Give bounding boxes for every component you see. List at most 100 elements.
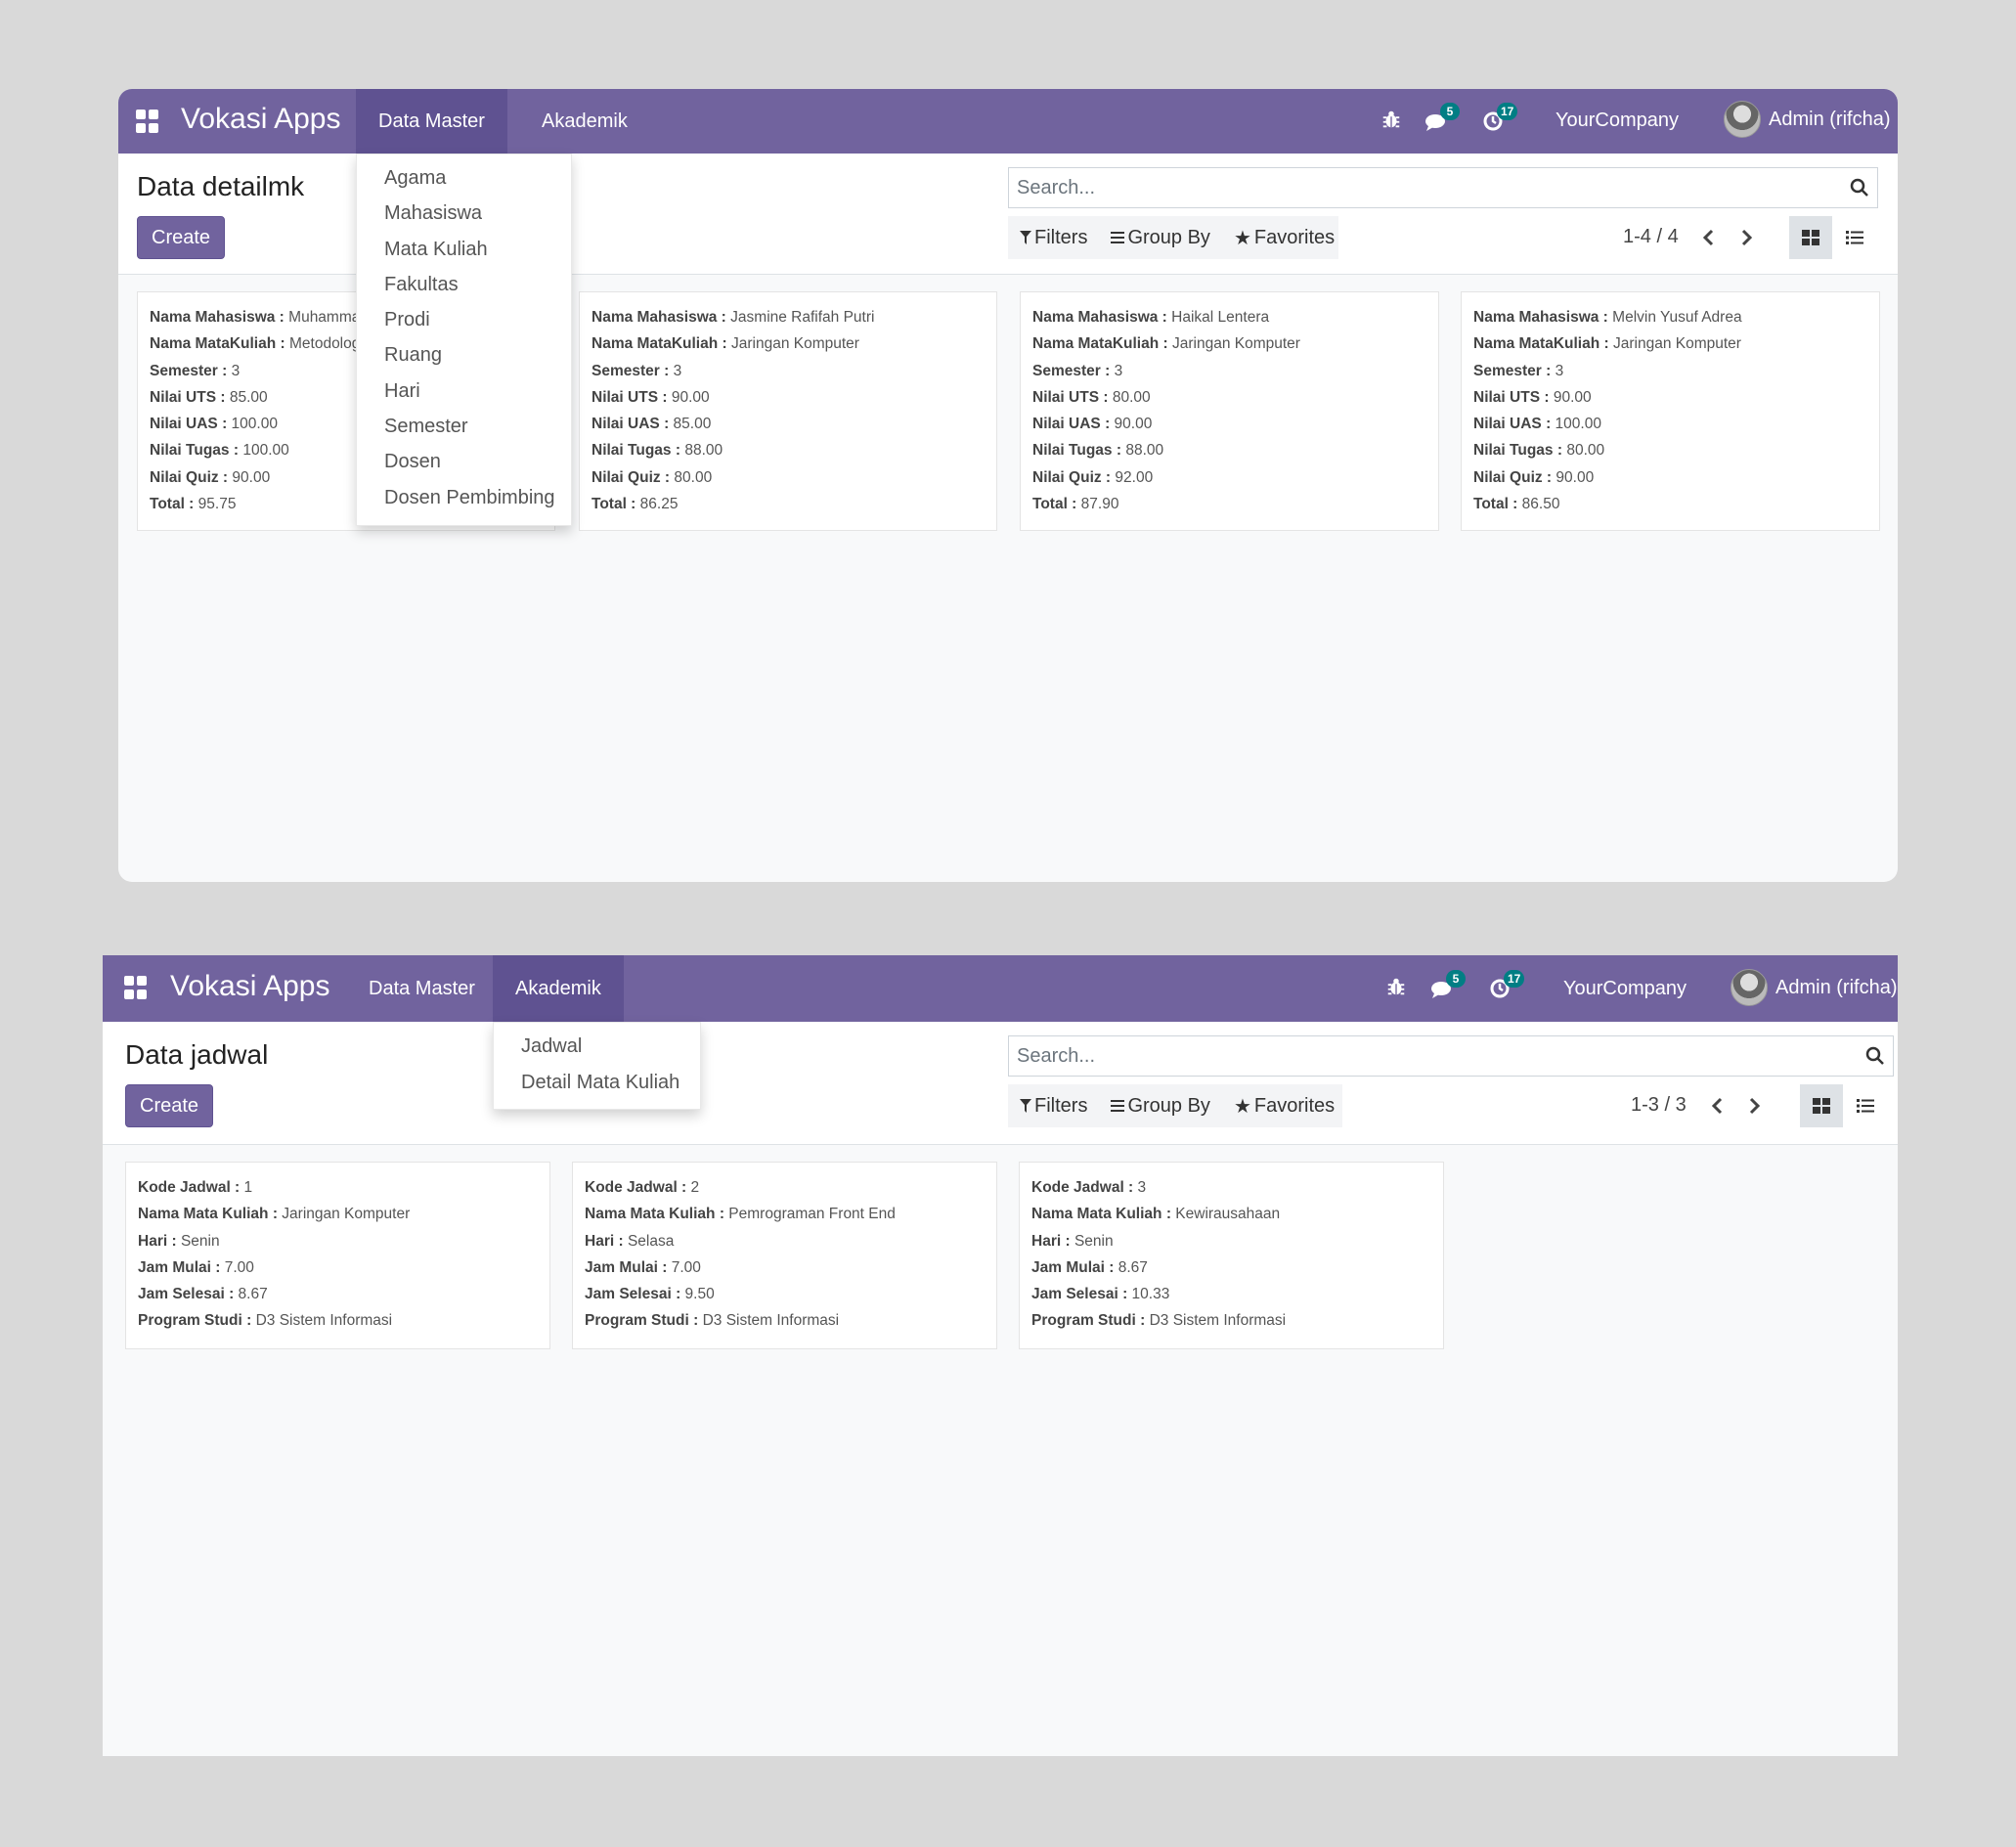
field-value: 3 <box>1555 362 1564 379</box>
menu-akademik[interactable]: Akademik <box>493 955 624 1022</box>
bug-icon[interactable] <box>1385 976 1413 1003</box>
field-value: 10.33 <box>1131 1286 1170 1303</box>
field-value: D3 Sistem Informasi <box>1149 1312 1287 1330</box>
search-input[interactable]: Search... <box>1008 167 1878 208</box>
groupby-button[interactable]: Group By <box>1111 1094 1210 1118</box>
app-brand[interactable]: Vokasi Apps <box>170 970 329 1003</box>
field-label: Hari <box>138 1232 168 1250</box>
field-label: Nilai UAS <box>1032 416 1101 433</box>
card-field: Hari : Senin <box>1031 1232 1114 1250</box>
company-switcher[interactable]: YourCompany <box>1563 978 1687 1000</box>
filters-button[interactable]: Filters <box>1020 1095 1087 1118</box>
messages-icon[interactable]: 5 <box>1424 103 1460 136</box>
kanban-card[interactable]: Kode Jadwal : 3 Nama Mata Kuliah : Kewira… <box>1019 1162 1444 1349</box>
card-field: Nama MataKuliah : Jaringan Komputer <box>1032 335 1300 353</box>
kanban-card[interactable]: Kode Jadwal : 2 Nama Mata Kuliah : Pemrog… <box>572 1162 997 1349</box>
kanban-view-icon[interactable] <box>1789 216 1832 259</box>
field-label: Nilai UTS <box>150 388 217 406</box>
company-switcher[interactable]: YourCompany <box>1556 110 1679 132</box>
app-brand[interactable]: Vokasi Apps <box>181 103 340 136</box>
dropdown-item-semester[interactable]: Semester <box>357 409 571 444</box>
list-view-icon[interactable] <box>1844 1084 1887 1127</box>
field-value: 80.00 <box>1112 388 1151 406</box>
kanban-card[interactable]: Nama Mahasiswa : Jasmine Rafifah Putri Na… <box>579 291 997 531</box>
card-field: Program Studi : D3 Sistem Informasi <box>138 1312 393 1330</box>
user-menu[interactable]: Admin (rifcha) <box>1731 969 1897 1006</box>
card-field: Nama Mahasiswa : Jasmine Rafifah Putri <box>592 309 875 326</box>
field-label: Nama Mata Kuliah <box>585 1206 716 1223</box>
dropdown-item-mata-kuliah[interactable]: Mata Kuliah <box>357 232 571 267</box>
field-label: Program Studi <box>585 1312 689 1330</box>
menu-data-master[interactable]: Data Master <box>356 89 507 154</box>
star-icon: ★ <box>1233 227 1251 249</box>
activities-icon[interactable]: 17 <box>1481 103 1518 136</box>
bug-icon[interactable] <box>1381 109 1408 136</box>
field-label: Semester <box>1473 362 1542 379</box>
create-button[interactable]: Create <box>137 216 226 259</box>
user-name: Admin (rifcha) <box>1769 108 1891 130</box>
card-field: Nilai Tugas : 88.00 <box>1032 442 1164 460</box>
field-value: 90.00 <box>671 388 710 406</box>
create-button[interactable]: Create <box>125 1084 214 1127</box>
messages-icon[interactable]: 5 <box>1430 970 1466 1003</box>
menu-data-master[interactable]: Data Master <box>346 955 498 1022</box>
user-name: Admin (rifcha) <box>1775 976 1898 998</box>
control-panel: Data jadwal Create Search... Filters Gro… <box>103 1022 1898 1145</box>
detailmk-window: Vokasi Apps Data Master Akademik 5 17 Yo… <box>118 89 1898 882</box>
dropdown-item-ruang[interactable]: Ruang <box>357 337 571 373</box>
chevron-left-icon[interactable] <box>1707 1094 1727 1118</box>
field-value: Melvin Yusuf Adrea <box>1612 309 1742 326</box>
kanban-view-icon[interactable] <box>1800 1084 1843 1127</box>
dropdown-item-fakultas[interactable]: Fakultas <box>357 267 571 302</box>
dropdown-item-mahasiswa[interactable]: Mahasiswa <box>357 196 571 231</box>
field-label: Nama Mahasiswa <box>592 309 718 326</box>
field-value: 2 <box>690 1179 700 1196</box>
field-value: 87.90 <box>1080 496 1119 513</box>
favorites-button[interactable]: ★ Favorites <box>1234 226 1335 250</box>
dropdown-item-agama[interactable]: Agama <box>357 160 571 196</box>
kanban-card[interactable]: Kode Jadwal : 1 Nama Mata Kuliah : Jaring… <box>125 1162 550 1349</box>
field-label: Nama MataKuliah <box>150 335 277 353</box>
pager-value[interactable]: 1-3 / 3 <box>1631 1094 1687 1117</box>
dropdown-item-jadwal[interactable]: Jadwal <box>494 1029 700 1065</box>
pager-value[interactable]: 1-4 / 4 <box>1623 226 1679 248</box>
user-menu[interactable]: Admin (rifcha) <box>1724 101 1890 138</box>
field-value: 90.00 <box>1553 388 1592 406</box>
field-label: Program Studi <box>1031 1312 1136 1330</box>
card-field: Nama Mahasiswa : Melvin Yusuf Adrea <box>1473 309 1742 326</box>
app-menu-icon[interactable] <box>136 110 159 133</box>
search-icon[interactable] <box>1850 178 1869 198</box>
card-field: Semester : 3 <box>1032 362 1123 379</box>
dropdown-item-prodi[interactable]: Prodi <box>357 302 571 337</box>
field-label: Hari <box>585 1232 615 1250</box>
field-label: Nilai Quiz <box>150 468 219 486</box>
field-label: Total <box>1473 496 1509 513</box>
kanban-card[interactable]: Nama Mahasiswa : Haikal Lentera Nama Mata… <box>1020 291 1439 531</box>
field-value: 90.00 <box>1114 416 1153 433</box>
list-view-icon[interactable] <box>1833 216 1876 259</box>
field-label: Nilai Quiz <box>592 468 661 486</box>
dropdown-item-detail-mata-kuliah[interactable]: Detail Mata Kuliah <box>494 1065 700 1101</box>
card-field: Nilai UAS : 90.00 <box>1032 416 1153 433</box>
dropdown-item-dosen[interactable]: Dosen <box>357 444 571 479</box>
chevron-right-icon[interactable] <box>1737 226 1757 249</box>
activities-icon[interactable]: 17 <box>1488 970 1525 1003</box>
filters-button[interactable]: Filters <box>1020 227 1087 249</box>
chevron-right-icon[interactable] <box>1745 1094 1765 1118</box>
dropdown-item-hari[interactable]: Hari <box>357 374 571 409</box>
groupby-button[interactable]: Group By <box>1111 227 1210 249</box>
kanban-card[interactable]: Nama Mahasiswa : Melvin Yusuf Adrea Nama … <box>1461 291 1880 531</box>
search-icon[interactable] <box>1865 1046 1885 1066</box>
search-input[interactable]: Search... <box>1008 1035 1894 1077</box>
dropdown-item-dosen-pembimbing[interactable]: Dosen Pembimbing <box>357 480 571 515</box>
groupby-label: Group By <box>1127 1094 1210 1117</box>
favorites-button[interactable]: ★ Favorites <box>1234 1094 1335 1119</box>
field-value: Jaringan Komputer <box>1171 335 1300 353</box>
chevron-left-icon[interactable] <box>1698 226 1718 249</box>
field-value: 7.00 <box>224 1258 254 1276</box>
card-field: Jam Mulai : 8.67 <box>1031 1258 1148 1276</box>
app-menu-icon[interactable] <box>124 976 148 999</box>
field-value: 3 <box>231 362 241 379</box>
card-field: Jam Mulai : 7.00 <box>585 1258 701 1276</box>
menu-akademik[interactable]: Akademik <box>519 89 650 154</box>
